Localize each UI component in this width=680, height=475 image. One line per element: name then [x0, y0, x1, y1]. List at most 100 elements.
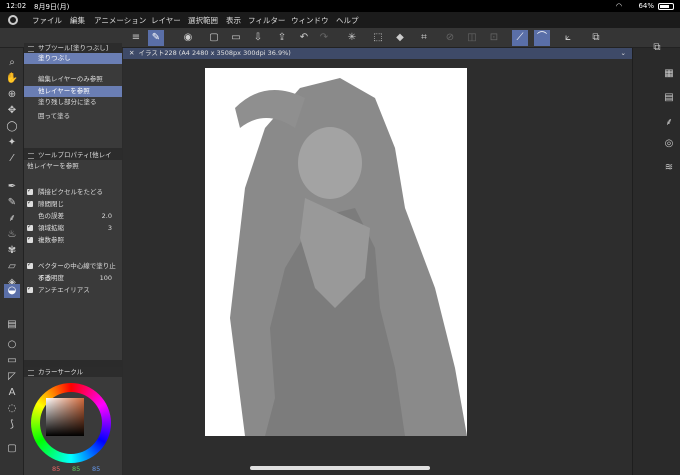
- brush-size-icon[interactable]: ⸙: [661, 114, 677, 128]
- hamburger-icon[interactable]: ≡: [128, 30, 144, 46]
- checkbox-icon[interactable]: [27, 283, 33, 295]
- menu-view[interactable]: 表示: [226, 15, 241, 26]
- layers-toggle-icon[interactable]: ⧉: [588, 30, 604, 46]
- date: 8月9日(月): [34, 3, 70, 11]
- select-more-icon[interactable]: ⊡: [486, 30, 502, 46]
- menu-edit[interactable]: 編集: [70, 15, 85, 26]
- opt-expand[interactable]: 領域拡縮3: [24, 221, 122, 234]
- subtool-panel: サブツール[塗りつぶし] 塗りつぶし 編集レイヤーのみ参照 他レイヤーを参照 塗…: [24, 43, 122, 148]
- color-circle-panel: カラーサークル 85 85 85: [24, 367, 122, 475]
- wifi-icon: ◠: [615, 2, 622, 10]
- stack-icon[interactable]: ≋: [661, 162, 677, 176]
- export-icon[interactable]: ⇪: [274, 30, 290, 46]
- home-indicator: [250, 466, 430, 470]
- undo-icon[interactable]: ↶: [296, 30, 312, 46]
- checkbox-icon[interactable]: [27, 259, 33, 271]
- subtool-header: サブツール[塗りつぶし]: [24, 43, 122, 53]
- new-file-icon[interactable]: ▢: [206, 30, 222, 46]
- subtool-edit-layer[interactable]: 編集レイヤーのみ参照: [24, 74, 122, 86]
- checkbox-icon[interactable]: [27, 185, 33, 197]
- status-bar: 12:02 8月9日(月) ◠ 64%: [0, 0, 680, 12]
- wand-icon[interactable]: ✦: [4, 136, 20, 150]
- spinner-icon[interactable]: ✳: [344, 30, 360, 46]
- eraser-icon[interactable]: ▱: [4, 260, 20, 274]
- operation-icon[interactable]: ⊕: [4, 88, 20, 102]
- menu-layer[interactable]: レイヤー: [151, 15, 181, 26]
- navigator-icon[interactable]: ◎: [661, 138, 677, 152]
- opt-opacity[interactable]: 不透明度 100: [24, 272, 122, 284]
- correct-line-icon[interactable]: ⟆: [4, 418, 20, 432]
- transform-icon[interactable]: ⬚: [370, 30, 386, 46]
- lasso-icon[interactable]: ◯: [4, 120, 20, 134]
- airbrush-icon[interactable]: ♨: [4, 228, 20, 242]
- gallery-icon[interactable]: ▦: [661, 68, 677, 82]
- sv-square[interactable]: [46, 398, 84, 436]
- subtool-unfilled[interactable]: 塗り残し部分に塗る: [24, 97, 122, 111]
- subtool-fill[interactable]: 塗りつぶし: [24, 53, 122, 64]
- layers-icon[interactable]: ⧉: [649, 42, 665, 56]
- pen-icon[interactable]: ✒: [4, 180, 20, 194]
- opt-close-gap[interactable]: 隙間閉じ: [24, 197, 122, 210]
- deselect-icon[interactable]: ⊘: [442, 30, 458, 46]
- move-icon[interactable]: ✥: [4, 104, 20, 118]
- tool-property-panel: ツールプロパティ[他レイ 他レイヤーを参照 隣接ピクセルをたどる 隙間閉じ 色の…: [24, 150, 122, 360]
- app-logo-icon[interactable]: [8, 15, 18, 25]
- opt-adjacent[interactable]: 隣接ピクセルをたどる: [24, 185, 122, 198]
- save-icon[interactable]: ⇩: [250, 30, 266, 46]
- battery-icon: [658, 3, 674, 10]
- fill-bucket-icon[interactable]: ◒: [4, 284, 20, 298]
- zoom-icon[interactable]: ⌕: [4, 56, 20, 70]
- opt-antialias[interactable]: アンチエイリアス: [24, 283, 122, 296]
- drawing-paper[interactable]: [205, 68, 467, 436]
- close-icon[interactable]: ✕: [129, 49, 134, 57]
- text-icon[interactable]: A: [4, 386, 20, 400]
- illustration: [230, 78, 467, 436]
- eye-icon[interactable]: ◉: [180, 30, 196, 46]
- pencil-icon[interactable]: ✎: [4, 196, 20, 210]
- menu-bar: ファイル 編集 アニメーション レイヤー 選択範囲 表示 フィルター ウィンドウ…: [0, 12, 680, 28]
- opt-multi-ref[interactable]: 複数参照: [24, 233, 122, 246]
- list-icon[interactable]: ▤: [661, 92, 677, 106]
- brush-icon[interactable]: ⸙: [4, 212, 20, 226]
- ruler-icon[interactable]: ⟀: [560, 30, 576, 46]
- shape-icon[interactable]: ○: [4, 338, 20, 352]
- checkbox-icon[interactable]: [27, 233, 33, 245]
- menu-animation[interactable]: アニメーション: [94, 15, 146, 26]
- hsv-s: 85: [72, 465, 81, 473]
- pen-mode-icon[interactable]: ✎: [148, 30, 164, 46]
- gradient-icon[interactable]: ▤: [4, 318, 20, 332]
- main-color-icon[interactable]: ▢: [4, 442, 20, 456]
- subtool-other-layer[interactable]: 他レイヤーを参照: [24, 86, 122, 97]
- menu-file[interactable]: ファイル: [32, 15, 62, 26]
- fill-icon[interactable]: ◆: [392, 30, 408, 46]
- menu-filter[interactable]: フィルター: [248, 15, 285, 26]
- toolprop-name: 他レイヤーを参照: [27, 162, 79, 170]
- subtool-enclose[interactable]: 囲って塗る: [24, 111, 122, 125]
- clock: 12:02: [6, 2, 27, 10]
- canvas-tab[interactable]: ✕ イラスト228 (A4 2480 x 3508px 300dpi 36.9%)…: [123, 48, 632, 59]
- opt-vector-stop[interactable]: ベクターの中心線で塗り止まる: [24, 259, 122, 282]
- redo-icon[interactable]: ↷: [316, 30, 332, 46]
- checkbox-icon[interactable]: [27, 221, 33, 233]
- open-file-icon[interactable]: ▭: [228, 30, 244, 46]
- deco-icon[interactable]: ✾: [4, 244, 20, 258]
- menu-help[interactable]: ヘルプ: [336, 15, 359, 26]
- menu-selection[interactable]: 選択範囲: [188, 15, 218, 26]
- hand-icon[interactable]: ✋: [4, 72, 20, 86]
- balloon-icon[interactable]: ◌: [4, 402, 20, 416]
- crop-icon[interactable]: ⌗: [416, 30, 432, 46]
- invert-icon[interactable]: ◫: [464, 30, 480, 46]
- menu-window[interactable]: ウィンドウ: [291, 15, 329, 26]
- opt-color-tol[interactable]: 色の誤差 2.0: [24, 210, 122, 222]
- tool-bar: ⌕ ✋ ⊕ ✥ ◯ ✦ ⁄ ✒ ✎ ⸙ ♨ ✾ ▱ ◈ ◒ ▤ ○ ▭ ◸ A …: [0, 48, 24, 475]
- frame-icon[interactable]: ▭: [4, 354, 20, 368]
- chevron-down-icon[interactable]: ⌄: [621, 48, 626, 59]
- curve-snap-icon[interactable]: ⌒: [534, 30, 550, 46]
- ruler-tool-icon[interactable]: ◸: [4, 370, 20, 384]
- hsv-v: 85: [92, 465, 101, 473]
- checkbox-icon[interactable]: [27, 197, 33, 209]
- ruler-snap-icon[interactable]: ⟋: [512, 30, 528, 46]
- canvas-area[interactable]: ✕ イラスト228 (A4 2480 x 3508px 300dpi 36.9%)…: [123, 48, 632, 475]
- right-bar: ⧉ ▦ ▤ ⸙ ◎ ≋: [632, 42, 680, 475]
- eyedropper-icon[interactable]: ⁄: [4, 152, 20, 166]
